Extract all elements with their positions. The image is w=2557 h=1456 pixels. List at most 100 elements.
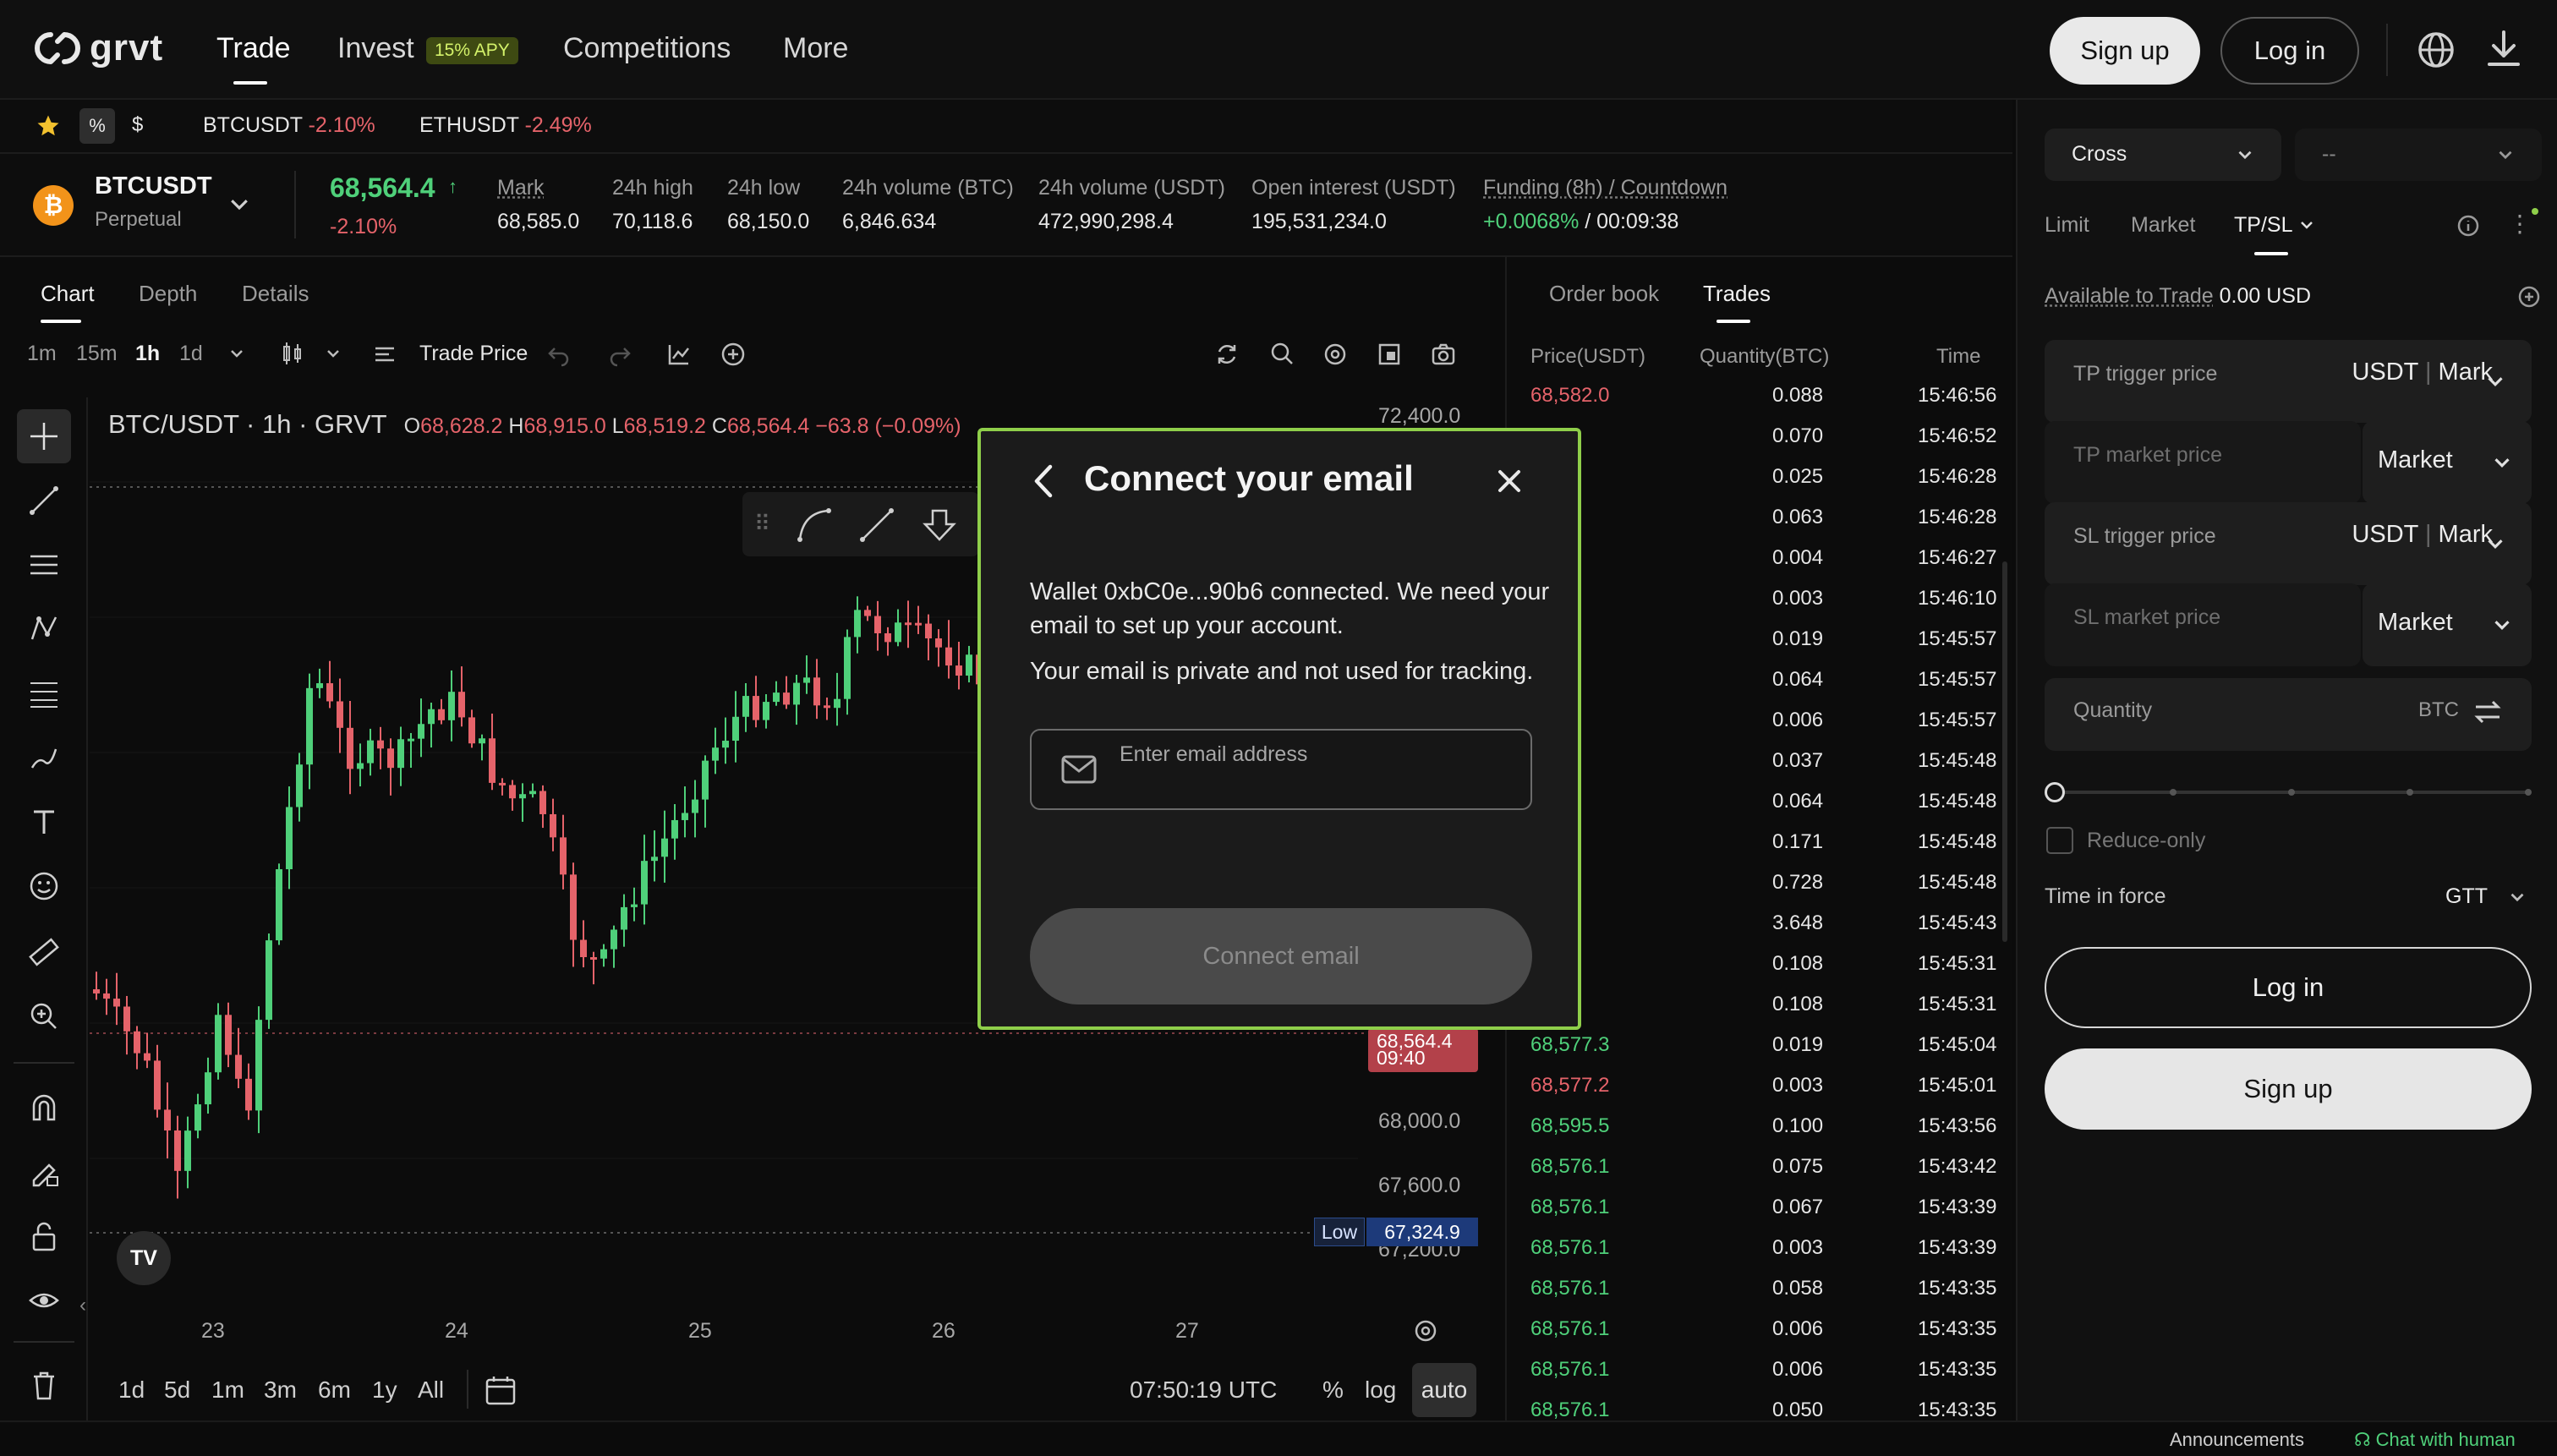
log-scale-button[interactable]: log: [1365, 1377, 1396, 1404]
nav-more[interactable]: More: [783, 32, 848, 65]
ticker-item-btcusdt[interactable]: BTCUSDT -2.10%: [203, 113, 375, 138]
table-row[interactable]: 5.00.17115:45:48: [1530, 824, 2004, 864]
close-icon[interactable]: [1493, 465, 1525, 497]
signup-button[interactable]: Sign up: [2045, 1048, 2532, 1130]
table-row[interactable]: 68,576.1 0.067 15:43:39: [1530, 1189, 2004, 1229]
chevron-down-icon[interactable]: [2297, 215, 2317, 235]
range-1d[interactable]: 1d: [118, 1377, 145, 1404]
price-source-icon[interactable]: [372, 342, 397, 367]
utc-clock[interactable]: 07:50:19 UTC: [1130, 1377, 1277, 1404]
globe-icon[interactable]: [2417, 30, 2456, 69]
curve-tool-icon[interactable]: [795, 506, 834, 545]
tradingview-logo[interactable]: TV: [117, 1231, 171, 1285]
camera-icon[interactable]: [1431, 342, 1456, 367]
table-row[interactable]: 3.80.06315:46:28: [1530, 499, 2004, 539]
download-icon[interactable]: [2484, 29, 2523, 69]
table-row[interactable]: 68,576.1 0.006 15:43:35: [1530, 1351, 2004, 1392]
tp-market-type-select[interactable]: Market: [2363, 421, 2532, 504]
nav-competitions[interactable]: Competitions: [563, 32, 731, 65]
horizontal-lines-icon[interactable]: [17, 538, 71, 592]
table-row[interactable]: 68,595.5 0.100 15:43:56: [1530, 1108, 2004, 1148]
chat-with-human-link[interactable]: ☊ Chat with human: [2354, 1429, 2516, 1451]
info-icon[interactable]: [2456, 213, 2481, 238]
interval-1h[interactable]: 1h: [135, 342, 160, 366]
table-row[interactable]: 7.20.10815:45:31: [1530, 945, 2004, 986]
sl-market-price-input[interactable]: SL market price: [2045, 583, 2361, 666]
table-row[interactable]: 68,576.1 0.075 15:43:42: [1530, 1148, 2004, 1189]
tp-trigger-price-input[interactable]: TP trigger price USDT | Mark: [2045, 340, 2532, 423]
refresh-icon[interactable]: [1214, 342, 1240, 367]
interval-dropdown-icon[interactable]: [227, 343, 247, 364]
table-row[interactable]: 3.90.00415:46:27: [1530, 539, 2004, 580]
range-6m[interactable]: 6m: [318, 1377, 351, 1404]
announcements-link[interactable]: Announcements: [2170, 1429, 2304, 1451]
range-5d[interactable]: 5d: [164, 1377, 190, 1404]
table-row[interactable]: 2.80.06415:45:57: [1530, 661, 2004, 702]
trade-price-selector[interactable]: Trade Price: [419, 342, 528, 366]
candle-type-icon[interactable]: [279, 340, 306, 367]
redo-icon[interactable]: [607, 342, 632, 367]
email-field[interactable]: Enter email address: [1030, 729, 1532, 810]
tp-market-price-input[interactable]: TP market price: [2045, 421, 2361, 504]
login-button-top[interactable]: Log in: [2220, 17, 2359, 85]
trendline-icon[interactable]: [17, 473, 71, 528]
leverage-select[interactable]: --: [2295, 129, 2542, 181]
table-row[interactable]: 3.80.02515:46:28: [1530, 458, 2004, 499]
quantity-input[interactable]: Quantity BTC: [2045, 678, 2532, 751]
lock-draw-icon[interactable]: [17, 1145, 71, 1199]
axis-settings-icon[interactable]: [1412, 1317, 1439, 1344]
table-row[interactable]: 2.60.00315:46:10: [1530, 580, 2004, 621]
range-1m[interactable]: 1m: [211, 1377, 244, 1404]
crosshair-icon[interactable]: [17, 409, 71, 463]
table-row[interactable]: 2.80.01915:45:57: [1530, 621, 2004, 661]
connect-email-button[interactable]: Connect email: [1030, 908, 1532, 1004]
margin-mode-select[interactable]: Cross: [2045, 129, 2281, 181]
grvt-logo[interactable]: grvt: [32, 27, 163, 69]
sl-trigger-price-input[interactable]: SL trigger price USDT | Mark: [2045, 502, 2532, 585]
interval-1m[interactable]: 1m: [27, 342, 57, 366]
market-symbol[interactable]: BTCUSDT: [95, 172, 212, 200]
chevron-down-icon[interactable]: [227, 191, 252, 216]
sl-trigger-unit-selector[interactable]: USDT | Mark: [2352, 521, 2493, 549]
table-row[interactable]: 68,576.1 0.058 15:43:35: [1530, 1270, 2004, 1311]
arrow-down-tool-icon[interactable]: [920, 506, 959, 545]
calendar-range-icon[interactable]: [484, 1373, 517, 1407]
nav-invest[interactable]: Invest: [337, 32, 414, 65]
unlock-icon[interactable]: [17, 1209, 71, 1263]
login-button[interactable]: Log in: [2045, 947, 2532, 1028]
table-row[interactable]: 74.80.07015:46:52: [1530, 418, 2004, 458]
order-tab-limit[interactable]: Limit: [2045, 213, 2089, 238]
add-funds-icon[interactable]: [2516, 284, 2542, 309]
back-arrow-icon[interactable]: [1028, 462, 1059, 501]
table-row[interactable]: 1.83.64815:45:43: [1530, 905, 2004, 945]
settings-gear-icon[interactable]: [1322, 342, 1348, 367]
usd-toggle[interactable]: $: [132, 113, 143, 137]
ruler-icon[interactable]: [17, 925, 71, 979]
interval-1d[interactable]: 1d: [179, 342, 203, 366]
tab-depth[interactable]: Depth: [139, 281, 197, 307]
table-row[interactable]: 7.30.10815:45:31: [1530, 986, 2004, 1026]
eye-icon[interactable]: [17, 1273, 71, 1327]
emoji-icon[interactable]: [17, 859, 71, 913]
time-in-force-value[interactable]: GTT: [2445, 884, 2488, 909]
collapse-toolbar-icon[interactable]: ‹: [79, 1294, 86, 1317]
table-row[interactable]: 5.00.03715:45:48: [1530, 742, 2004, 783]
drag-handle-icon[interactable]: ⠿: [754, 511, 770, 537]
more-options-icon[interactable]: ⋮: [2508, 210, 2532, 238]
table-row[interactable]: 68,577.3 0.019 15:45:04: [1530, 1026, 2004, 1067]
range-3m[interactable]: 3m: [264, 1377, 297, 1404]
text-tool-icon[interactable]: [17, 795, 71, 849]
zoom-icon[interactable]: [1268, 340, 1295, 367]
nav-trade[interactable]: Trade: [216, 32, 291, 65]
tab-trades[interactable]: Trades: [1703, 281, 1771, 307]
table-row[interactable]: 68,576.1 0.006 15:43:35: [1530, 1311, 2004, 1351]
ticker-item-ethusdt[interactable]: ETHUSDT -2.49%: [419, 113, 592, 138]
table-row[interactable]: 5.00.72815:45:48: [1530, 864, 2004, 905]
interval-15m[interactable]: 15m: [76, 342, 118, 366]
candle-type-dropdown-icon[interactable]: [323, 343, 343, 364]
order-tab-market[interactable]: Market: [2131, 213, 2195, 238]
fib-retracement-icon[interactable]: [17, 666, 71, 720]
add-plus-icon[interactable]: [720, 342, 746, 367]
range-1y[interactable]: 1y: [372, 1377, 397, 1404]
trades-scrollbar[interactable]: [2002, 561, 2007, 942]
